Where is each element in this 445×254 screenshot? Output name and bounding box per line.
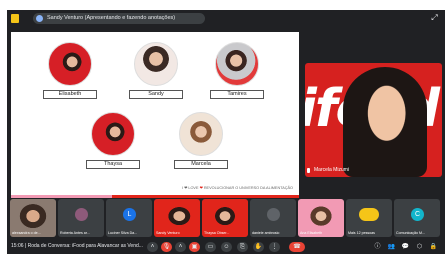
participant-tile[interactable]: Roberta Antes ar... [58, 199, 104, 237]
slide-footer: I ❤ LOVE ❤ REVOLUCIONAR O UNIVERSO DA AL… [182, 185, 293, 190]
slide-person: Tamires [208, 42, 266, 99]
participant-tile[interactable]: C Comunicação M... [394, 199, 440, 237]
app-icon [11, 14, 19, 23]
expand-icon[interactable]: ⤢ [430, 13, 439, 22]
captions-button[interactable]: ▭ [205, 242, 216, 252]
presentation-slide: Elisabeth Sandy Tamires Thaysa Marcela I… [11, 32, 299, 198]
participant-name: daniele ambrosio [252, 231, 280, 235]
speaker-video [343, 67, 427, 177]
person-photo [134, 42, 178, 86]
participant-name: Sandy Venturo [156, 231, 180, 235]
mic-off-button[interactable]: 🎙 [161, 242, 172, 252]
people-icon[interactable]: 👥 [387, 242, 396, 252]
slide-stripe [11, 195, 299, 198]
participant-avatar [359, 208, 379, 221]
person-name: Thaysa [86, 160, 140, 169]
participant-tile[interactable]: Ana Elisabeth [298, 199, 344, 237]
clock: 15:06 [11, 243, 24, 249]
chevron-up-icon[interactable]: ˄ [175, 242, 186, 252]
participant-name: Roberta Antes ar... [60, 231, 90, 235]
meet-window: Sandy Venturo (Apresentando e fazendo an… [7, 10, 445, 254]
lock-icon[interactable]: 🔒 [429, 242, 438, 252]
participant-name: Mais 12 pessoas [348, 231, 375, 235]
participant-tile[interactable]: L Luciner Silva Da... [106, 199, 152, 237]
top-bar: Sandy Venturo (Apresentando e fazendo an… [7, 10, 445, 27]
participant-name: Luciner Silva Da... [108, 231, 138, 235]
presenting-label: Sandy Venturo (Apresentando e fazendo an… [47, 15, 176, 21]
participant-tile[interactable]: Mais 12 pessoas [346, 199, 392, 237]
participant-name: Thaysa Obser... [204, 231, 230, 235]
info-icon[interactable]: ⓘ [373, 242, 382, 252]
meeting-info: 15:06 | Roda de Conversa: iFood para Ala… [11, 243, 143, 249]
mic-icon [307, 168, 310, 173]
person-photo [215, 42, 259, 86]
participant-avatar [75, 208, 88, 221]
person-photo [48, 42, 92, 86]
more-options-button[interactable]: ⋮ [269, 242, 280, 252]
bottom-bar: 15:06 | Roda de Conversa: iFood para Ala… [7, 241, 445, 254]
meeting-title: Roda de Conversa: iFood para Alavancar a… [27, 243, 143, 249]
present-button[interactable]: ⎘ [237, 242, 248, 252]
participant-avatar: L [123, 208, 136, 221]
speaker-name: Marcela Mizumi [314, 167, 350, 173]
slide-person: Sandy [127, 42, 185, 99]
raise-hand-button[interactable]: ✋ [253, 242, 264, 252]
person-photo [91, 112, 135, 156]
emoji-button[interactable]: ☺ [221, 242, 232, 252]
person-name: Marcela [174, 160, 228, 169]
participant-tile[interactable]: Sandy Venturo [154, 199, 200, 237]
chat-icon[interactable]: 💬 [401, 242, 410, 252]
participant-tile[interactable]: daniele ambrosio [250, 199, 296, 237]
speaker-tile[interactable]: ifood Marcela Mizumi [305, 63, 442, 177]
person-name: Elisabeth [43, 90, 97, 99]
person-photo [179, 112, 223, 156]
footer-text: REVOLUCIONAR O UNIVERSO DA ALIMENTAÇÃO [203, 186, 293, 190]
end-call-button[interactable]: ☎ [289, 242, 305, 252]
slide-person: Marcela [172, 112, 230, 169]
presenter-avatar [36, 15, 43, 22]
slide-person: Thaysa [84, 112, 142, 169]
participant-avatar [267, 208, 280, 221]
participant-name: alexsandra o de... [12, 231, 41, 235]
participant-strip: alexsandra o de... Roberta Antes ar... L… [10, 199, 442, 237]
person-name: Tamires [210, 90, 264, 99]
presenting-indicator[interactable]: Sandy Venturo (Apresentando e fazendo an… [33, 13, 205, 24]
screen: Sandy Venturo (Apresentando e fazendo an… [0, 0, 445, 254]
activities-icon[interactable]: ⬡ [415, 242, 424, 252]
participant-tile[interactable]: Thaysa Obser... [202, 199, 248, 237]
slide-person: Elisabeth [41, 42, 99, 99]
person-name: Sandy [129, 90, 183, 99]
camera-off-button[interactable]: ▣ [189, 242, 200, 252]
participant-tile[interactable]: alexsandra o de... [10, 199, 56, 237]
participant-name: Comunicação M... [396, 231, 425, 235]
footer-prefix: I ❤ LOVE [182, 186, 199, 190]
participant-name: Ana Elisabeth [300, 231, 323, 235]
heart-icon: ❤ [199, 186, 203, 190]
chevron-up-icon[interactable]: ˄ [147, 242, 158, 252]
participant-avatar: C [411, 208, 424, 221]
